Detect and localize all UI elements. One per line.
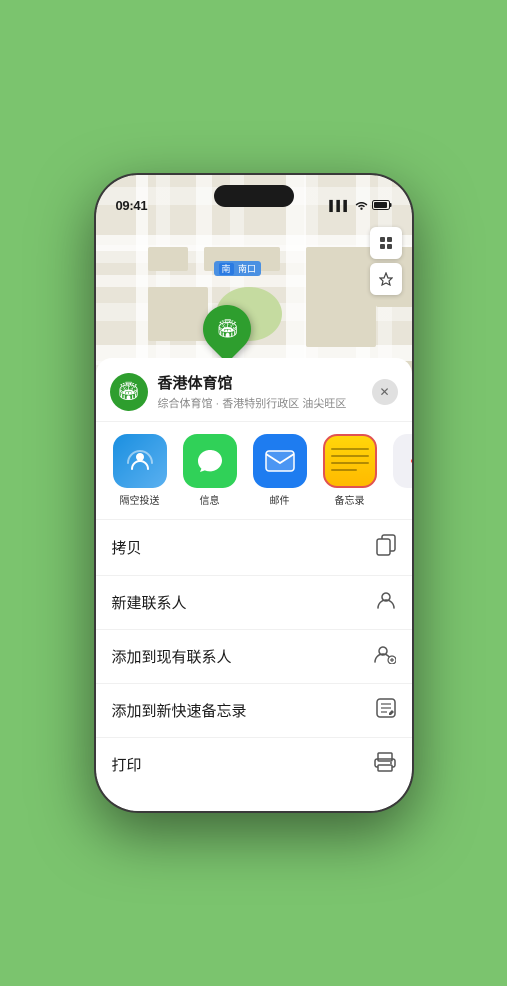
place-name: 香港体育馆 <box>158 372 372 393</box>
signal-icon: ▌▌▌ <box>329 201 350 212</box>
share-messages[interactable]: 信息 <box>180 434 240 507</box>
messages-icon-wrap <box>183 434 237 488</box>
share-more[interactable]: 推 <box>390 434 412 507</box>
pin-stadium-icon: 🏟 <box>216 319 239 340</box>
action-add-contact[interactable]: 添加到现有联系人 <box>96 630 412 684</box>
share-row: 隔空投送 信息 <box>96 422 412 520</box>
notes-lines-decoration <box>331 448 369 471</box>
place-subtitle: 综合体育馆 · 香港特别行政区 油尖旺区 <box>158 395 372 411</box>
close-button[interactable]: ✕ <box>372 379 398 405</box>
status-time: 09:41 <box>116 198 148 213</box>
print-icon <box>374 752 396 777</box>
dot-red <box>411 459 412 463</box>
wifi-icon <box>355 200 368 213</box>
action-copy[interactable]: 拷贝 <box>96 520 412 576</box>
map-layer-button[interactable] <box>370 227 402 259</box>
bottom-sheet: 🏟 香港体育馆 综合体育馆 · 香港特别行政区 油尖旺区 ✕ <box>96 358 412 811</box>
share-mail[interactable]: 邮件 <box>250 434 310 507</box>
quick-note-icon <box>376 698 396 723</box>
battery-icon <box>372 200 392 213</box>
action-new-contact[interactable]: 新建联系人 <box>96 576 412 630</box>
map-controls <box>370 227 402 299</box>
add-contact-icon <box>374 644 396 669</box>
airdrop-label: 隔空投送 <box>120 492 160 507</box>
copy-icon <box>376 534 396 561</box>
phone-frame: 09:41 ▌▌▌ <box>94 173 414 813</box>
airdrop-icon-wrap <box>113 434 167 488</box>
action-quick-note[interactable]: 添加到新快速备忘录 <box>96 684 412 738</box>
mail-label: 邮件 <box>270 492 290 507</box>
mail-icon-wrap <box>253 434 307 488</box>
dynamic-island <box>214 185 294 207</box>
place-header: 🏟 香港体育馆 综合体育馆 · 香港特别行政区 油尖旺区 ✕ <box>96 358 412 422</box>
share-notes[interactable]: 备忘录 <box>320 434 380 507</box>
map-nankou-label: 南 南口 <box>214 261 262 276</box>
action-add-contact-label: 添加到现有联系人 <box>112 646 232 667</box>
more-dots <box>411 459 412 463</box>
place-info: 香港体育馆 综合体育馆 · 香港特别行政区 油尖旺区 <box>158 372 372 411</box>
pin-circle: 🏟 <box>193 295 261 363</box>
share-airdrop[interactable]: 隔空投送 <box>110 434 170 507</box>
notes-label: 备忘录 <box>335 492 365 507</box>
new-contact-icon <box>376 590 396 615</box>
place-icon: 🏟 <box>110 373 148 411</box>
map-location-button[interactable] <box>370 263 402 295</box>
status-icons: ▌▌▌ <box>329 200 391 213</box>
more-icon-wrap <box>393 434 412 488</box>
action-print-label: 打印 <box>112 754 142 775</box>
action-new-contact-label: 新建联系人 <box>112 592 187 613</box>
phone-screen: 09:41 ▌▌▌ <box>96 175 412 811</box>
messages-label: 信息 <box>200 492 220 507</box>
action-copy-label: 拷贝 <box>112 537 142 558</box>
action-print[interactable]: 打印 <box>96 738 412 791</box>
notes-icon-wrap <box>323 434 377 488</box>
action-quick-note-label: 添加到新快速备忘录 <box>112 700 247 721</box>
